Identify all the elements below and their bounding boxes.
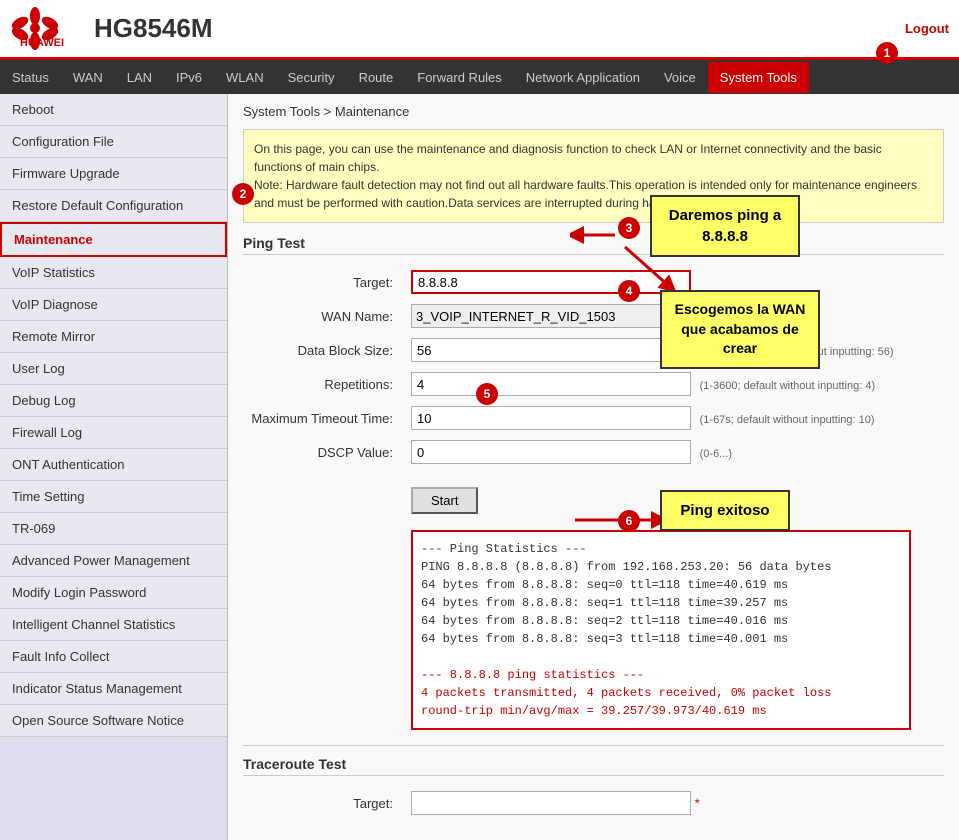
info-line1: On this page, you can use the maintenanc… [254, 142, 882, 174]
repetitions-input[interactable] [411, 372, 691, 396]
timeout-hint: (1-67s; default without inputting: 10) [700, 414, 875, 426]
badge-6: 6 [618, 510, 640, 532]
logout-button[interactable]: Logout [905, 21, 949, 36]
arrow-3 [570, 225, 620, 245]
sidebar: Reboot Configuration File Firmware Upgra… [0, 94, 228, 840]
nav-status[interactable]: Status [0, 62, 61, 93]
traceroute-title: Traceroute Test [243, 756, 944, 776]
info-box: On this page, you can use the maintenanc… [243, 129, 944, 223]
target-row: Target: [243, 265, 944, 299]
nav-security[interactable]: Security [276, 62, 347, 93]
sidebar-remote-mirror[interactable]: Remote Mirror [0, 321, 227, 353]
block-size-label: Data Block Size: [243, 333, 403, 367]
main-layout: Reboot Configuration File Firmware Upgra… [0, 94, 959, 840]
badge-2: 2 [232, 183, 254, 205]
dscp-row: DSCP Value: (0-6...) [243, 435, 944, 469]
sidebar-voip-diagnose[interactable]: VoIP Diagnose [0, 289, 227, 321]
content-area: System Tools > Maintenance On this page,… [228, 94, 959, 840]
dscp-label: DSCP Value: [243, 435, 403, 469]
sidebar-firewall-log[interactable]: Firewall Log [0, 417, 227, 449]
dscp-hint: (0-6...) [700, 448, 732, 460]
traceroute-target-row: Target: * [243, 786, 944, 820]
navbar: Status WAN LAN IPv6 WLAN Security Route … [0, 60, 959, 94]
nav-system-tools[interactable]: System Tools [708, 62, 809, 93]
annotation-ping-bubble: Daremos ping a 8.8.8.8 [650, 195, 800, 257]
timeout-input[interactable] [411, 406, 691, 430]
product-name: HG8546M [94, 13, 213, 44]
sidebar-reboot[interactable]: Reboot [0, 94, 227, 126]
header: HUAWEI HG8546M Logout [0, 0, 959, 60]
sidebar-open-source[interactable]: Open Source Software Notice [0, 705, 227, 737]
ping-form: Target: WAN Name: 3_VOIP_INTERNET_R_VID_… [243, 265, 944, 469]
sidebar-debug-log[interactable]: Debug Log [0, 385, 227, 417]
traceroute-section: Traceroute Test Target: * [243, 745, 944, 820]
sidebar-intelligent-channel[interactable]: Intelligent Channel Statistics [0, 609, 227, 641]
sidebar-tr069[interactable]: TR-069 [0, 513, 227, 545]
annotation-wan-bubble: Escogemos la WAN que acabamos de crear [660, 290, 820, 369]
ping-line-5: 64 bytes from 8.8.8.8: seq=2 ttl=118 tim… [421, 614, 788, 628]
sidebar-config-file[interactable]: Configuration File [0, 126, 227, 158]
timeout-row: Maximum Timeout Time: (1-67s; default wi… [243, 401, 944, 435]
annotation-success-bubble: Ping exitoso [660, 490, 790, 531]
page-wrapper: HUAWEI HG8546M Logout Status WAN LAN IPv… [0, 0, 959, 840]
sidebar-maintenance[interactable]: Maintenance [0, 222, 227, 257]
traceroute-target-label: Target: [243, 786, 403, 820]
nav-lan[interactable]: LAN [115, 62, 164, 93]
timeout-label: Maximum Timeout Time: [243, 401, 403, 435]
nav-wan[interactable]: WAN [61, 62, 115, 93]
ping-line-8: --- 8.8.8.8 ping statistics --- [421, 668, 644, 682]
wan-name-row: WAN Name: 3_VOIP_INTERNET_R_VID_1503 1_T… [243, 299, 944, 333]
required-marker: * [695, 796, 700, 811]
repetitions-label: Repetitions: [243, 367, 403, 401]
wan-select[interactable]: 3_VOIP_INTERNET_R_VID_1503 1_TR069_R_VID… [411, 304, 701, 328]
repetitions-hint: (1-3600; default without inputting: 4) [700, 380, 876, 392]
ping-line-1: --- Ping Statistics --- [421, 542, 587, 556]
sidebar-fault-info[interactable]: Fault Info Collect [0, 641, 227, 673]
badge-5: 5 [476, 383, 498, 405]
block-size-input[interactable] [411, 338, 691, 362]
ping-line-4: 64 bytes from 8.8.8.8: seq=1 ttl=118 tim… [421, 596, 788, 610]
repetitions-row: Repetitions: (1-3600; default without in… [243, 367, 944, 401]
sidebar-restore-default[interactable]: Restore Default Configuration [0, 190, 227, 222]
breadcrumb: System Tools > Maintenance [243, 104, 944, 119]
sidebar-modify-password[interactable]: Modify Login Password [0, 577, 227, 609]
ping-line-2: PING 8.8.8.8 (8.8.8.8) from 192.168.253.… [421, 560, 831, 574]
ping-line-6: 64 bytes from 8.8.8.8: seq=3 ttl=118 tim… [421, 632, 788, 646]
ping-line-9: 4 packets transmitted, 4 packets receive… [421, 686, 831, 700]
ping-output: --- Ping Statistics --- PING 8.8.8.8 (8.… [411, 530, 911, 730]
nav-forward-rules[interactable]: Forward Rules [405, 62, 514, 93]
logo-area: HUAWEI [10, 6, 64, 51]
target-label: Target: [243, 265, 403, 299]
traceroute-form: Target: * [243, 786, 944, 820]
sidebar-user-log[interactable]: User Log [0, 353, 227, 385]
sidebar-voip-stats[interactable]: VoIP Statistics [0, 257, 227, 289]
badge-3: 3 [618, 217, 640, 239]
nav-wlan[interactable]: WLAN [214, 62, 276, 93]
ping-line-10: round-trip min/avg/max = 39.257/39.973/4… [421, 704, 767, 718]
start-button[interactable]: Start [411, 487, 478, 514]
brand-name: HUAWEI [20, 37, 64, 49]
sidebar-ont-auth[interactable]: ONT Authentication [0, 449, 227, 481]
nav-ipv6[interactable]: IPv6 [164, 62, 214, 93]
info-line2: Note: Hardware fault detection may not f… [254, 178, 917, 210]
block-size-row: Data Block Size: (32-65500; default with… [243, 333, 944, 367]
nav-voice[interactable]: Voice [652, 62, 708, 93]
sidebar-indicator-status[interactable]: Indicator Status Management [0, 673, 227, 705]
sidebar-firmware[interactable]: Firmware Upgrade [0, 158, 227, 190]
sidebar-time-setting[interactable]: Time Setting [0, 481, 227, 513]
sidebar-advanced-power[interactable]: Advanced Power Management [0, 545, 227, 577]
ping-line-3: 64 bytes from 8.8.8.8: seq=0 ttl=118 tim… [421, 578, 788, 592]
wan-label: WAN Name: [243, 299, 403, 333]
traceroute-target-input[interactable] [411, 791, 691, 815]
dscp-input[interactable] [411, 440, 691, 464]
badge-1: 1 [876, 42, 898, 64]
badge-4: 4 [618, 280, 640, 302]
nav-route[interactable]: Route [347, 62, 406, 93]
nav-network-app[interactable]: Network Application [514, 62, 652, 93]
